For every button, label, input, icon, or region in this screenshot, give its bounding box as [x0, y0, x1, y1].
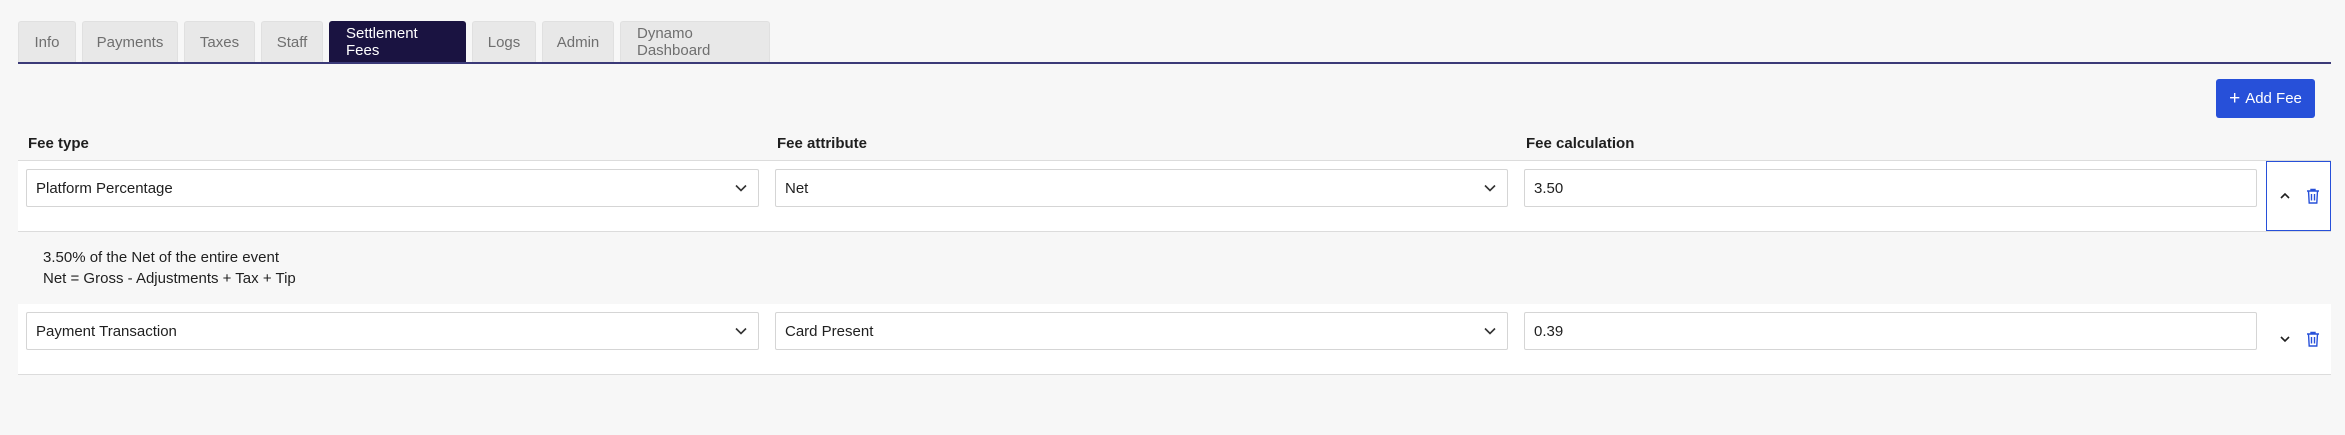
chevron-down-icon	[735, 184, 747, 192]
table-row: Platform Percentage Net 3.50	[18, 161, 2331, 232]
trash-icon[interactable]	[2304, 330, 2322, 348]
add-fee-button[interactable]: + Add Fee	[2216, 79, 2315, 118]
tab-settlement-fees[interactable]: Settlement Fees	[329, 21, 466, 62]
fee-attribute-value: Card Present	[785, 322, 874, 340]
chevron-down-icon	[735, 327, 747, 335]
header-fee-attribute: Fee attribute	[777, 135, 868, 152]
fee-calculation-value: 0.39	[1534, 322, 1564, 340]
row-actions	[2266, 304, 2331, 374]
chevron-down-icon[interactable]	[2276, 330, 2294, 348]
fee-calculation-input[interactable]: 0.39	[1524, 312, 2257, 350]
row-actions	[2266, 161, 2331, 231]
fee-calculation-input[interactable]: 3.50	[1524, 169, 2257, 207]
fee-attribute-value: Net	[785, 179, 809, 197]
header-fee-type: Fee type	[28, 135, 89, 152]
tab-bar: Info Payments Taxes Staff Settlement Fee…	[18, 20, 2331, 64]
table-header: Fee type Fee attribute Fee calculation	[18, 125, 2331, 161]
fee-detail-line-1: 3.50% of the Net of the entire event	[43, 249, 279, 266]
fee-detail-line-2: Net = Gross - Adjustments + Tax + Tip	[43, 270, 296, 287]
fee-detail-panel: 3.50% of the Net of the entire event Net…	[18, 232, 2331, 305]
fee-type-select[interactable]: Platform Percentage	[26, 169, 759, 207]
tab-dynamo-dashboard[interactable]: Dynamo Dashboard	[620, 21, 770, 62]
fee-type-select[interactable]: Payment Transaction	[26, 312, 759, 350]
chevron-down-icon	[1484, 184, 1496, 192]
chevron-down-icon	[1484, 327, 1496, 335]
tab-staff[interactable]: Staff	[261, 21, 323, 62]
tab-admin[interactable]: Admin	[542, 21, 614, 62]
fee-type-value: Payment Transaction	[36, 322, 177, 340]
tab-logs[interactable]: Logs	[472, 21, 536, 62]
trash-icon[interactable]	[2304, 187, 2322, 205]
settlement-fees-table: Fee type Fee attribute Fee calculation P…	[18, 125, 2331, 375]
fee-type-value: Platform Percentage	[36, 179, 173, 197]
plus-icon: +	[2229, 88, 2241, 109]
table-row: Payment Transaction Card Present 0.39	[18, 304, 2331, 375]
add-fee-label: Add Fee	[2245, 90, 2302, 107]
fee-calculation-value: 3.50	[1534, 179, 1564, 197]
tab-taxes[interactable]: Taxes	[184, 21, 255, 62]
header-fee-calculation: Fee calculation	[1526, 135, 1635, 152]
fee-attribute-select[interactable]: Net	[775, 169, 1508, 207]
tab-payments[interactable]: Payments	[82, 21, 178, 62]
chevron-up-icon[interactable]	[2276, 187, 2294, 205]
fee-attribute-select[interactable]: Card Present	[775, 312, 1508, 350]
tab-info[interactable]: Info	[18, 21, 76, 62]
